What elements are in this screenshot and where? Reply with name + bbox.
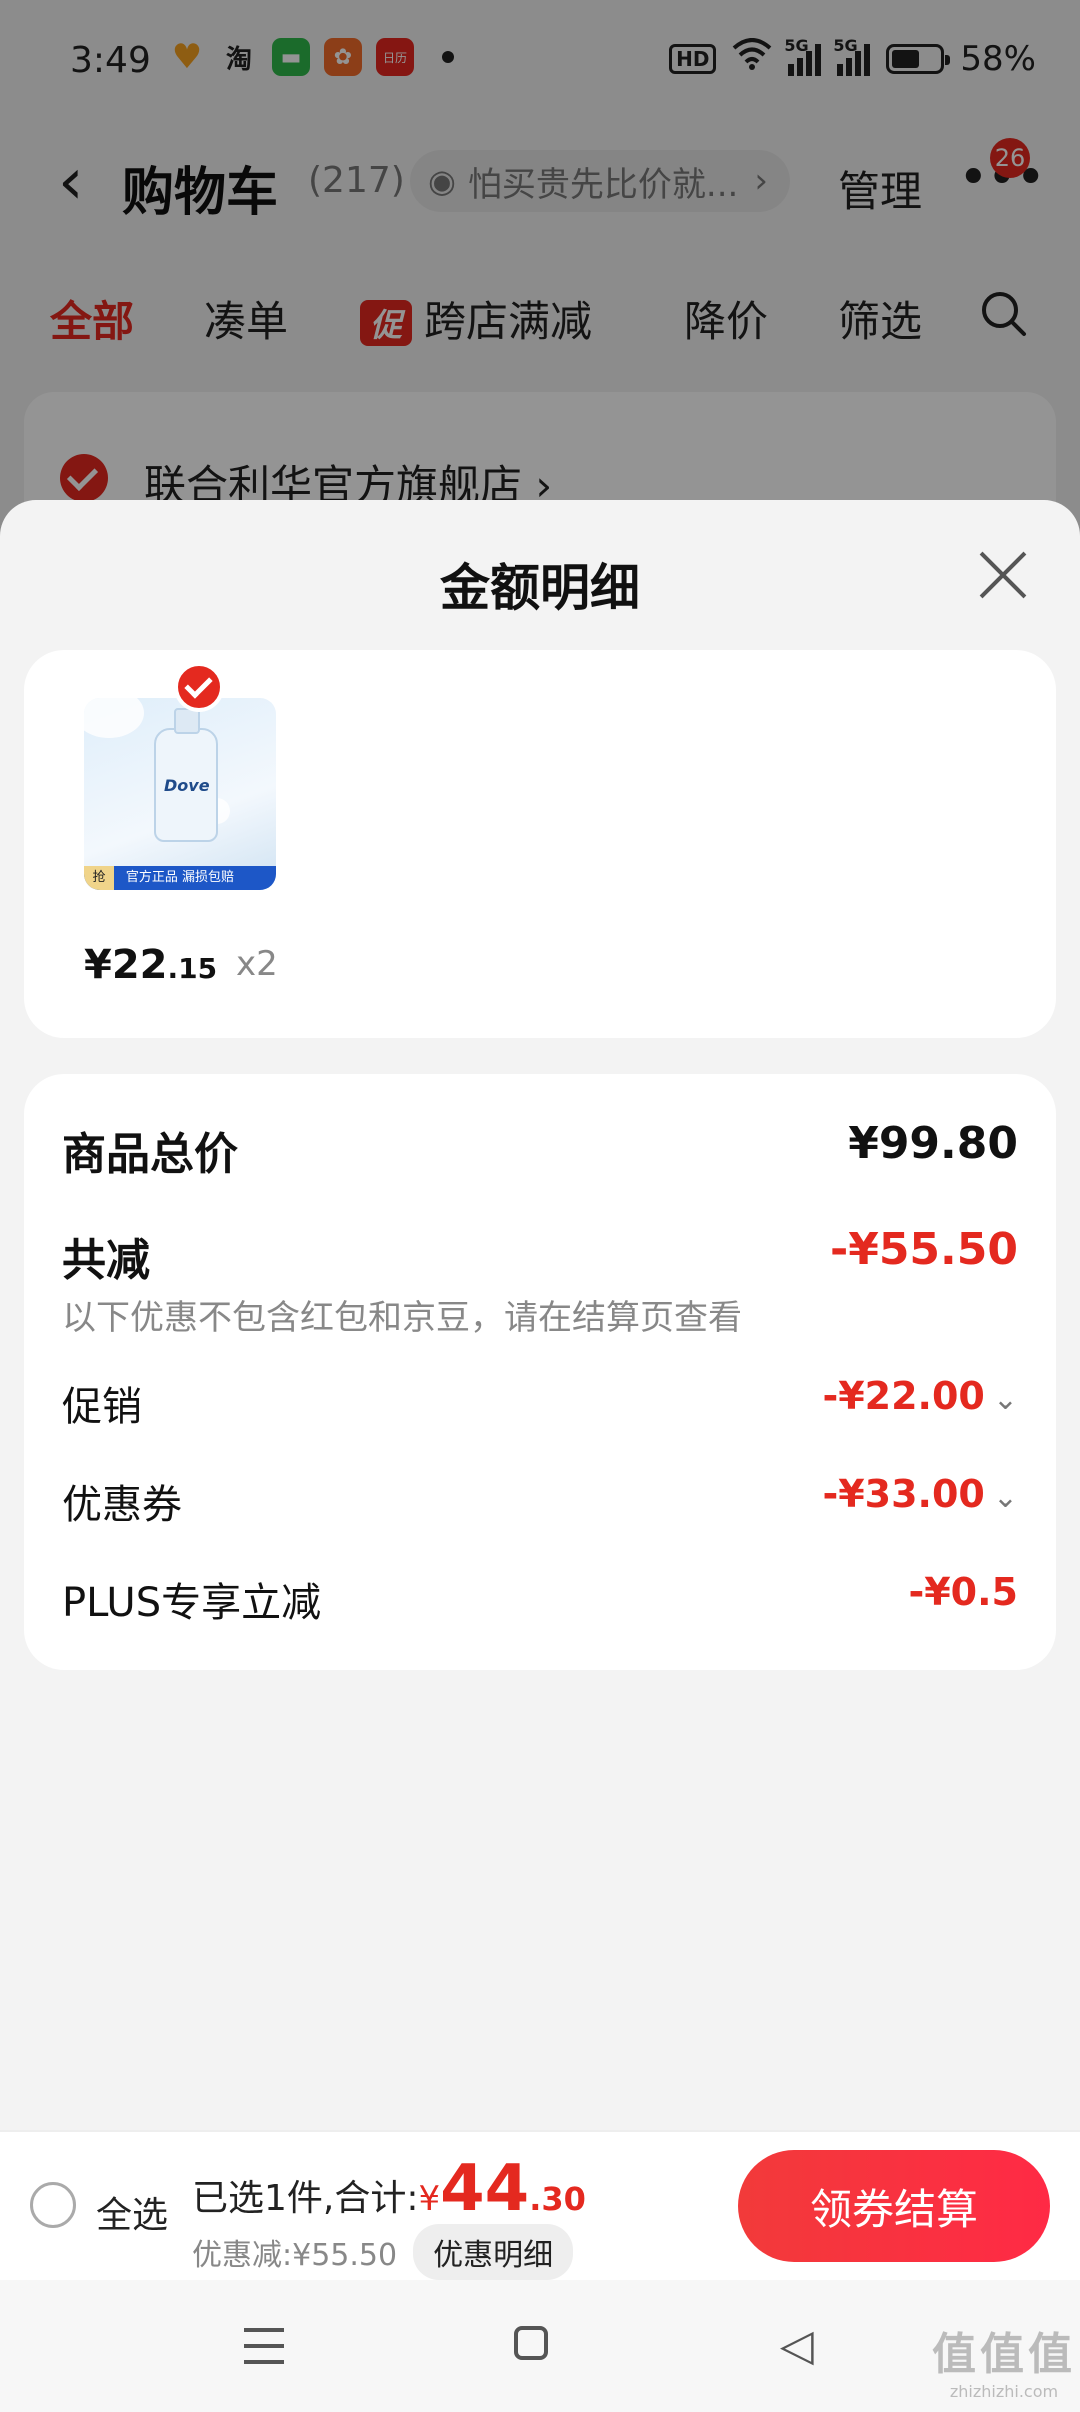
back-triangle-icon[interactable]: ◁ bbox=[780, 2324, 814, 2368]
discount-item-row: PLUS专享立减 -¥0.5 bbox=[62, 1570, 1018, 1628]
product-price-dec: .15 bbox=[167, 952, 218, 985]
total-dec: .30 bbox=[529, 2180, 586, 2218]
watermark-small: zhizhizhi.com bbox=[949, 2382, 1059, 2401]
plus-label: PLUS专享立减 bbox=[62, 1580, 322, 1626]
discount-amount: 优惠减:¥55.50 bbox=[192, 2238, 398, 2273]
total-yen: ¥ bbox=[418, 2179, 441, 2219]
discount-item-row[interactable]: 优惠券 -¥33.00 ⌄ bbox=[62, 1472, 1018, 1530]
chevron-down-icon: ⌄ bbox=[992, 1480, 1018, 1515]
product-image-strip: 抢 官方正品 漏损包赔 bbox=[84, 866, 276, 890]
coupon-label: 优惠券 bbox=[62, 1482, 182, 1528]
watermark-big: 值值值 bbox=[932, 2329, 1076, 2380]
product-price-int: ¥22 bbox=[84, 942, 168, 988]
reduce-label: 共减 bbox=[62, 1235, 150, 1286]
selected-total: 已选1件,合计:¥44.30 bbox=[192, 2152, 586, 2226]
reduce-row: 共减 -¥55.50 bbox=[62, 1224, 1018, 1288]
total-value: ¥99.80 bbox=[848, 1118, 1018, 1169]
strip-text: 官方正品 漏损包赔 bbox=[125, 870, 235, 885]
discount-item-row[interactable]: 促销 -¥22.00 ⌄ bbox=[62, 1374, 1018, 1432]
summary-card: 商品总价 ¥99.80 共减 -¥55.50 以下优惠不包含红包和京豆，请在结算… bbox=[24, 1074, 1056, 1670]
plus-value: -¥0.5 bbox=[908, 1570, 1018, 1614]
total-int: 44 bbox=[440, 2152, 530, 2226]
product-qty: x2 bbox=[236, 944, 278, 984]
system-nav-bar: ◁ bbox=[0, 2280, 1080, 2412]
home-icon[interactable] bbox=[514, 2326, 548, 2360]
product-brand: Dove bbox=[164, 776, 210, 795]
product-image[interactable]: Dove 抢 官方正品 漏损包赔 bbox=[84, 698, 276, 890]
discount-note: 以下优惠不包含红包和京豆，请在结算页查看 bbox=[62, 1298, 742, 1338]
strip-tag: 抢 bbox=[84, 866, 114, 890]
discount-detail-button[interactable]: 优惠明细 bbox=[413, 2224, 574, 2280]
select-all-label[interactable]: 全选 bbox=[96, 2186, 168, 2238]
foam-bubble bbox=[84, 698, 144, 738]
discount-line: 优惠减:¥55.50 优惠明细 bbox=[192, 2224, 574, 2280]
menu-icon[interactable] bbox=[244, 2328, 284, 2364]
coupon-value: -¥33.00 bbox=[822, 1472, 985, 1516]
selected-prefix: 已选1件,合计: bbox=[192, 2178, 419, 2219]
sheet-title: 金额明细 bbox=[440, 559, 640, 617]
checkout-button[interactable]: 领券结算 bbox=[738, 2150, 1050, 2262]
total-row: 商品总价 ¥99.80 bbox=[62, 1118, 1018, 1182]
product-card: Dove 抢 官方正品 漏损包赔 ¥22.15 x2 bbox=[24, 650, 1056, 1038]
chevron-down-icon: ⌄ bbox=[992, 1382, 1018, 1417]
reduce-value: -¥55.50 bbox=[829, 1224, 1018, 1275]
select-all-radio[interactable] bbox=[30, 2182, 76, 2228]
promotion-label: 促销 bbox=[62, 1384, 142, 1430]
promotion-value: -¥22.00 bbox=[822, 1374, 985, 1418]
amount-detail-sheet: 金额明细 Dove 抢 官方正品 漏损包赔 ¥22.15 x2 商品总价 ¥99… bbox=[0, 500, 1080, 2280]
watermark: 值值值 zhizhizhi.com bbox=[932, 2318, 1076, 2401]
product-price: ¥22.15 bbox=[84, 942, 217, 988]
close-icon[interactable] bbox=[978, 550, 1028, 600]
product-checkbox[interactable] bbox=[174, 662, 224, 712]
checkout-bar: 全选 已选1件,合计:¥44.30 优惠减:¥55.50 优惠明细 领券结算 bbox=[0, 2130, 1080, 2280]
total-label: 商品总价 bbox=[62, 1129, 238, 1180]
